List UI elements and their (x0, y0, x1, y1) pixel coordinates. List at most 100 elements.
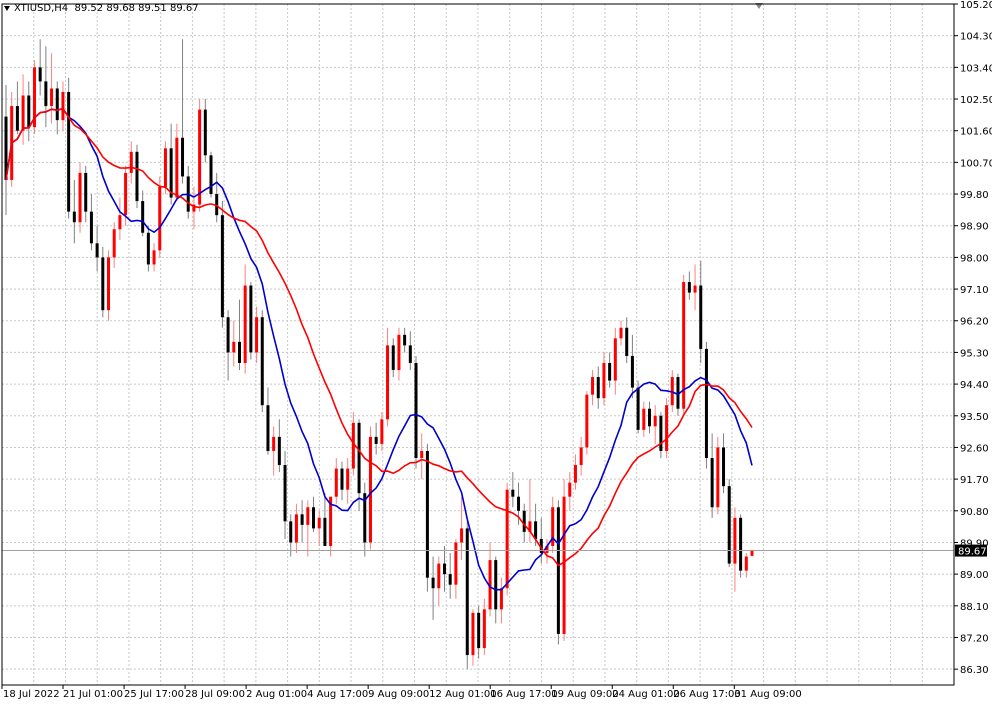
candle-body (744, 556, 748, 571)
x-tick-label: 25 Jul 17:00 (124, 689, 184, 700)
y-tick-label: 86.30 (960, 665, 989, 676)
candle-body (630, 355, 634, 388)
candle-body (272, 436, 276, 451)
candle-body (312, 507, 316, 529)
chart-canvas[interactable]: 105.20 104.30 103.40 102.50 101.60 100.70 99.8… (0, 0, 992, 704)
candle-body (232, 341, 236, 353)
candle-body (101, 257, 105, 311)
x-tick-label: 16 Aug 17:00 (490, 689, 557, 700)
x-tick-label: 21 Jul 01:00 (63, 689, 123, 700)
candle-body (710, 458, 714, 508)
candle-body (135, 151, 139, 202)
y-tick-label: 95.30 (960, 348, 989, 359)
x-tick-label: 26 Aug 17:00 (673, 689, 740, 700)
y-tick-label: 104.30 (960, 32, 992, 43)
candle-body (403, 334, 407, 346)
candle-body (237, 341, 241, 363)
candle-body (437, 563, 441, 589)
candle-body (517, 496, 521, 511)
candle-body (511, 489, 515, 497)
candle-body (146, 232, 150, 265)
y-tick-label: 99.80 (960, 190, 989, 201)
candle-body (739, 517, 743, 571)
x-tick-label: 24 Aug 01:00 (612, 689, 679, 700)
y-tick-label: 87.20 (960, 633, 989, 644)
candle-body (613, 338, 617, 381)
candle-body (602, 362, 606, 399)
candle-body (38, 67, 42, 82)
candle-body (44, 81, 48, 107)
candle-body (95, 243, 99, 258)
y-tick-label: 98.90 (960, 222, 989, 233)
candle-body (499, 588, 503, 610)
candle-body (391, 345, 395, 371)
candle-body (716, 447, 720, 508)
x-tick-label: 19 Aug 09:00 (551, 689, 618, 700)
x-tick-label: 4 Aug 17:00 (307, 689, 368, 700)
candle-body (124, 172, 128, 216)
candle-body (693, 285, 697, 293)
candle-body (163, 148, 167, 188)
candle-body (596, 377, 600, 399)
candle-body (608, 362, 612, 381)
candle-body (357, 422, 361, 494)
candle-body (50, 88, 54, 107)
candle-body (642, 408, 646, 430)
candle-body (61, 91, 65, 121)
candle-body (158, 187, 162, 251)
candle-body (255, 317, 259, 353)
candle-body (209, 155, 213, 195)
x-tick-label: 28 Jul 09:00 (185, 689, 245, 700)
candle-body (619, 327, 623, 339)
candle-body (169, 148, 173, 198)
y-tick-label: 92.60 (960, 443, 989, 454)
candle-body (89, 211, 93, 244)
candle-body (55, 88, 59, 121)
candle-body (266, 405, 270, 451)
candle-body (431, 577, 435, 589)
candle-body (556, 507, 560, 634)
y-tick-label: 105.20 (960, 0, 992, 11)
candle-body (460, 528, 464, 543)
candle-body (585, 394, 589, 448)
candle-body (408, 345, 412, 363)
candle-body (471, 612, 475, 656)
candle-body (317, 517, 321, 529)
candle-body (249, 285, 253, 353)
candle-body (665, 405, 669, 451)
candle-body (346, 468, 350, 490)
y-tick-label: 94.40 (960, 380, 989, 391)
candle-body (152, 250, 156, 265)
candle-body (15, 106, 19, 131)
candle-body (733, 517, 737, 564)
candle-body (727, 486, 731, 564)
candle-body (653, 415, 657, 427)
candle-body (368, 436, 372, 543)
candle-body (465, 528, 469, 656)
candle-body (323, 517, 327, 546)
candle-body (591, 377, 595, 395)
candle-body (84, 172, 88, 212)
y-tick-label: 97.10 (960, 285, 989, 296)
candle-body (687, 282, 691, 293)
candle-body (704, 348, 708, 458)
candle-body (203, 109, 207, 156)
candle-body (226, 317, 230, 353)
candle-body (625, 327, 629, 356)
y-tick-label: 90.80 (960, 507, 989, 518)
candle-body (243, 285, 247, 363)
chart[interactable]: XTIUSD,H4 89.52 89.68 89.51 89.67 105.20… (0, 0, 992, 704)
candle-body (442, 563, 446, 575)
dropdown-triangle-icon[interactable] (4, 5, 10, 11)
candle-body (112, 229, 116, 258)
candle-body (505, 489, 509, 589)
candle-body (425, 450, 429, 578)
y-tick-label: 102.50 (960, 95, 992, 106)
x-tick-label: 12 Aug 01:00 (429, 689, 496, 700)
candle-body (72, 211, 76, 223)
x-tick-label: 18 Jul 2022 (3, 689, 60, 700)
candle-body (722, 447, 726, 487)
candle-body (283, 465, 287, 522)
candle-body (534, 521, 538, 539)
candle-body (659, 415, 663, 451)
